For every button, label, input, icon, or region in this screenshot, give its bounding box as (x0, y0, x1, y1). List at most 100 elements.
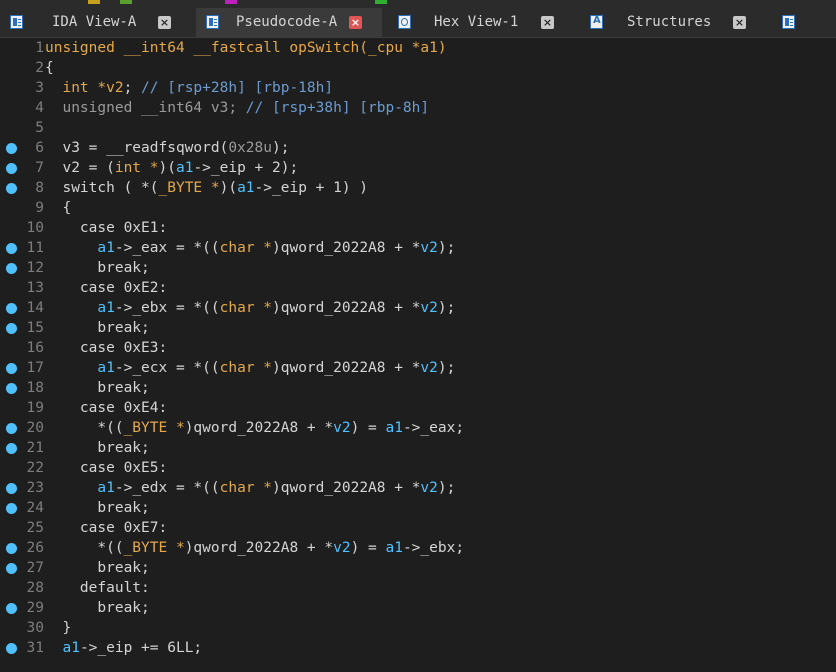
code-token: *(( (45, 540, 124, 556)
breakpoint-dot-icon[interactable] (6, 643, 17, 654)
code-token: break; (45, 320, 150, 336)
code-token: a1 (175, 160, 194, 176)
code-token: v3 = __readfsqword( (45, 140, 229, 156)
breakpoint-dot-icon[interactable] (6, 323, 17, 334)
code-token: break; (45, 560, 150, 576)
breakpoint-dot-icon[interactable] (6, 303, 17, 314)
line-number: 8 (35, 180, 44, 196)
tab-ida-view-a[interactable]: IDA View-A × (0, 8, 186, 37)
code-token: a1 (97, 300, 115, 316)
code-text: *((_BYTE *)qword_2022A8 + *v2) = a1->_eb… (45, 538, 464, 558)
code-line[interactable]: 27 break; (0, 558, 836, 578)
code-text: a1->_eax = *((char *)qword_2022A8 + *v2)… (45, 238, 455, 258)
code-line[interactable]: 3 int *v2; // [rsp+28h] [rbp-18h] (0, 78, 836, 98)
code-line[interactable]: 9 { (0, 198, 836, 218)
code-token: break; (45, 600, 150, 616)
code-line[interactable]: 30 } (0, 618, 836, 638)
code-token: int *v2 (62, 80, 124, 96)
code-line[interactable]: 26 *((_BYTE *)qword_2022A8 + *v2) = a1->… (0, 538, 836, 558)
breakpoint-dot-icon[interactable] (6, 143, 17, 154)
code-line[interactable]: 14 a1->_ebx = *((char *)qword_2022A8 + *… (0, 298, 836, 318)
code-token: )qword_2022A8 + * (272, 240, 421, 256)
code-line[interactable]: 17 a1->_ecx = *((char *)qword_2022A8 + *… (0, 358, 836, 378)
code-line[interactable]: 31 a1->_eip += 6LL; (0, 638, 836, 658)
code-token: ); (437, 360, 456, 376)
enums-icon (782, 15, 795, 29)
code-line[interactable]: 25 case 0xE7: (0, 518, 836, 538)
close-icon[interactable]: × (158, 16, 171, 29)
code-line[interactable]: 28 default: (0, 578, 836, 598)
code-line[interactable]: 11 a1->_eax = *((char *)qword_2022A8 + *… (0, 238, 836, 258)
tab-pseudocode-a[interactable]: Pseudocode-A × (196, 8, 382, 37)
code-token: ); (437, 300, 456, 316)
line-number: 18 (26, 380, 44, 396)
close-icon[interactable]: × (733, 16, 746, 29)
pseudocode-editor[interactable]: 1 unsigned __int64 __fastcall opSwitch(_c… (0, 38, 836, 672)
line-number: 29 (26, 600, 44, 616)
breakpoint-dot-icon[interactable] (6, 263, 17, 274)
code-line[interactable]: 23 a1->_edx = *((char *)qword_2022A8 + *… (0, 478, 836, 498)
code-token: ->_ebx; (402, 540, 465, 556)
code-text: unsigned __int64 __fastcall opSwitch(_cp… (45, 38, 447, 58)
code-line[interactable]: 1 unsigned __int64 __fastcall opSwitch(_c… (0, 38, 836, 58)
breakpoint-dot-icon[interactable] (6, 603, 17, 614)
code-token: ->_eip + 2); (193, 160, 299, 176)
code-token: ) = (350, 540, 386, 556)
close-icon[interactable]: × (349, 16, 362, 29)
code-token: ->_eip += 6LL; (79, 640, 203, 656)
code-line[interactable]: 18 break; (0, 378, 836, 398)
breakpoint-dot-icon[interactable] (6, 563, 17, 574)
code-line[interactable]: 24 break; (0, 498, 836, 518)
close-icon[interactable]: × (541, 16, 554, 29)
breakpoint-dot-icon[interactable] (6, 543, 17, 554)
code-line[interactable]: 8 switch ( *(_BYTE *)(a1->_eip + 1) ) (0, 178, 836, 198)
breakpoint-dot-icon[interactable] (6, 503, 17, 514)
code-token: ->_eax = *(( (114, 240, 220, 256)
breakpoint-dot-icon[interactable] (6, 423, 17, 434)
code-text: break; (45, 378, 149, 398)
breakpoint-dot-icon[interactable] (6, 243, 17, 254)
code-line[interactable]: 4 unsigned __int64 v3; // [rsp+38h] [rbp… (0, 98, 836, 118)
code-token: unsigned __int64 v3; (45, 100, 246, 116)
code-token: )( (158, 160, 176, 176)
line-number: 1 (35, 40, 44, 56)
code-token: char * (219, 360, 273, 376)
code-line[interactable]: 29 break; (0, 598, 836, 618)
code-text: break; (45, 558, 150, 578)
breakpoint-dot-icon[interactable] (6, 443, 17, 454)
breakpoint-dot-icon[interactable] (6, 383, 17, 394)
line-number: 27 (26, 560, 44, 576)
code-line[interactable]: 19 case 0xE4: (0, 398, 836, 418)
code-line[interactable]: 21 break; (0, 438, 836, 458)
code-line[interactable]: 2{ (0, 58, 836, 78)
breakpoint-dot-icon[interactable] (6, 183, 17, 194)
line-number: 13 (26, 280, 44, 296)
code-line[interactable]: 15 break; (0, 318, 836, 338)
code-text: break; (45, 598, 150, 618)
code-token: a1 (385, 420, 403, 436)
code-text: a1->_ebx = *((char *)qword_2022A8 + *v2)… (45, 298, 455, 318)
code-line[interactable]: 7 v2 = (int *)(a1->_eip + 2); (0, 158, 836, 178)
code-line[interactable]: 16 case 0xE3: (0, 338, 836, 358)
code-line[interactable]: 10 case 0xE1: (0, 218, 836, 238)
code-text: switch ( *(_BYTE *)(a1->_eip + 1) ) (45, 178, 368, 198)
tab-more[interactable] (772, 8, 832, 37)
breakpoint-dot-icon[interactable] (6, 163, 17, 174)
breakpoint-dot-icon[interactable] (6, 363, 17, 374)
tab-structures[interactable]: Structures × (580, 8, 766, 37)
breakpoint-dot-icon[interactable] (6, 483, 17, 494)
code-text: } (45, 618, 71, 638)
code-token: v2 = ( (45, 160, 115, 176)
code-line[interactable]: 6 v3 = __readfsqword(0x28u); (0, 138, 836, 158)
code-line[interactable]: 22 case 0xE5: (0, 458, 836, 478)
code-line[interactable]: 20 *((_BYTE *)qword_2022A8 + *v2) = a1->… (0, 418, 836, 438)
code-line[interactable]: 5 (0, 118, 836, 138)
tab-hex-view-1[interactable]: Hex View-1 × (388, 8, 574, 37)
code-line[interactable]: 13 case 0xE2: (0, 278, 836, 298)
code-token: { (45, 60, 54, 76)
code-token: ->_eax; (402, 420, 465, 436)
code-token: a1 (237, 180, 255, 196)
code-line[interactable]: 12 break; (0, 258, 836, 278)
